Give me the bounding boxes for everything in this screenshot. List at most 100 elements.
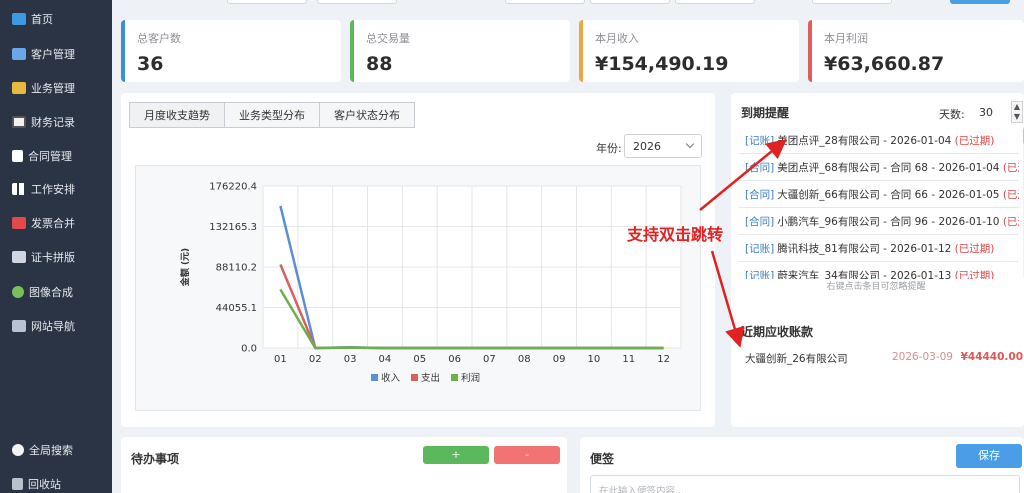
id-card-icon [12,251,26,263]
reminder-text: 蔚来汽车_34有限公司 - 2026-01-13 [777,269,952,280]
receivable-company: 大疆创新_26有限公司 [745,353,848,365]
days-stepper[interactable]: ▲ ▼ [1011,101,1023,123]
reminder-text: 腾讯科技_81有限公司 - 2026-01-12 [777,242,952,255]
toolbar-control[interactable] [505,0,585,4]
tab-monthly-trend[interactable]: 月度收支趋势 [129,102,225,128]
x-tick-label: 06 [448,354,461,365]
toolbar-control[interactable] [227,0,307,4]
recycle-bin-icon [12,478,23,490]
sidebar-item-contracts[interactable]: 合同管理 [0,143,112,169]
y-tick-label: 88110.2 [216,263,257,274]
x-tick-label: 12 [657,354,670,365]
sidebar: 首页 客户管理 业务管理 财务记录 合同管理 工作安排 发票合并 证卡拼版 图像… [0,0,112,493]
toolbar-control[interactable] [317,0,397,4]
home-icon [12,13,26,25]
sidebar-item-invoice-merge[interactable]: 发票合并 [0,210,112,236]
sidebar-item-global-search[interactable]: 全局搜索 [0,437,112,463]
list-item[interactable]: [合同]美团点评_68有限公司 - 合同 68 - 2026-01-04 (已过 [739,154,1019,181]
y-tick-label: 0.0 [241,344,257,355]
year-select[interactable]: 2026 [624,134,702,158]
legend-label: 利润 [461,372,480,384]
sidebar-item-site-nav[interactable]: 网站导航 [0,313,112,339]
sidebar-item-finance[interactable]: 财务记录 [0,109,112,135]
reminder-list: [记账] 美团点评_28有限公司 - 2026-01-04 (已过期) [合同] 美… [739,127,1019,279]
invoice-icon [12,217,26,229]
sidebar-item-label: 业务管理 [31,82,75,95]
sidebar-item-id-card[interactable]: 证卡拼版 [0,244,112,270]
y-axis-label: 金额 (元) [179,248,191,287]
x-tick-label: 02 [309,354,322,365]
sidebar-item-schedule[interactable]: 工作安排 [0,176,112,202]
table-row[interactable]: 大疆创新_26有限公司 2026-03-09 ¥44440.00 [745,351,1023,366]
reminder-hint: 右键点击条目可忽略提醒 [826,282,926,292]
days-input[interactable]: 30 [979,106,993,119]
stepper-down-icon[interactable]: ▼ [1012,112,1022,122]
reminder-tag: [记账] [745,134,775,147]
x-tick-label: 10 [588,354,601,365]
legend-swatch [451,374,458,381]
y-tick-label: 44055.1 [216,303,257,314]
reminder-text: 美团点评_68有限公司 - 合同 68 - 2026-01-04 [777,161,1000,174]
sidebar-item-label: 图像合成 [29,286,73,299]
tab-customer-status[interactable]: 客户状态分布 [319,102,415,128]
document-icon [12,150,23,162]
reminder-title: 到期提醒 [741,106,790,120]
list-item[interactable]: [合同]小鹏汽车_96有限公司 - 合同 96 - 2026-01-10 (已过 [739,208,1019,235]
stat-value: ¥63,660.87 [824,53,945,75]
toolbar-control[interactable] [812,0,892,4]
x-tick-label: 11 [622,354,635,365]
stat-label: 总客户数 [137,32,181,45]
search-icon [12,444,24,456]
reminder-tag: [合同] [745,188,775,201]
stat-value: ¥154,490.19 [595,53,729,75]
sidebar-item-label: 发票合并 [31,217,75,230]
reminder-tag: [记账] [745,242,775,255]
sidebar-item-label: 客户管理 [31,48,75,61]
save-button[interactable]: 保存 [956,444,1022,468]
sidebar-item-business[interactable]: 业务管理 [0,75,112,101]
legend-swatch [371,374,378,381]
line-chart: 176220.4 132165.3 88110.2 44055.1 0.0 01 02 03 0… [179,182,682,384]
reminder-text: 小鹏汽车_96有限公司 - 合同 96 - 2026-01-10 [777,215,1000,228]
chevron-down-icon [685,139,695,149]
sidebar-item-customers[interactable]: 客户管理 [0,41,112,67]
stat-label: 本月利润 [824,32,868,45]
reminder-status: (已过期) [954,269,995,280]
toolbar-control[interactable] [675,0,755,4]
receivables-title: 近期应收账款 [741,325,814,339]
toolbar-primary-button[interactable] [950,0,1010,4]
tab-business-type[interactable]: 业务类型分布 [224,102,320,128]
list-item[interactable]: [记账] 腾讯科技_81有限公司 - 2026-01-12 (已过期) [739,235,1019,262]
sidebar-item-home[interactable]: 首页 [0,6,112,32]
ledger-icon [12,116,26,128]
stat-card-total-transactions: 总交易量 88 [350,20,570,82]
stat-label: 本月收入 [595,32,639,45]
top-toolbar [112,0,1024,10]
remove-todo-button[interactable]: - [494,446,560,464]
image-icon [12,286,24,298]
list-item[interactable]: [合同]大疆创新_66有限公司 - 合同 66 - 2026-01-05 (已过 [739,181,1019,208]
x-tick-label: 03 [344,354,357,365]
list-item[interactable]: [记账] 蔚来汽车_34有限公司 - 2026-01-13 (已过期) [739,262,1019,280]
sidebar-item-image-compose[interactable]: 图像合成 [0,279,112,305]
stat-label: 总交易量 [366,32,410,45]
chart-tabs: 月度收支趋势 业务类型分布 客户状态分布 [129,102,415,128]
todo-title: 待办事项 [131,452,180,466]
x-tick-label: 04 [379,354,392,365]
reminder-status: (已过 [1002,161,1019,174]
sidebar-item-label: 全局搜索 [29,444,73,457]
toolbar-control[interactable] [590,0,670,4]
stat-card-total-customers: 总客户数 36 [121,20,341,82]
stepper-up-icon[interactable]: ▲ [1012,102,1022,112]
add-todo-button[interactable]: + [423,446,489,464]
list-item[interactable]: [记账] 美团点评_28有限公司 - 2026-01-04 (已过期) [739,127,1019,154]
todo-panel: 待办事项 + - [121,437,567,493]
notes-input[interactable]: 在此输入便签内容... [590,475,1020,493]
notes-panel: 便签 保存 在此输入便签内容... [580,437,1024,493]
sidebar-item-label: 工作安排 [31,183,75,196]
reminder-tag: [记账] [745,269,775,280]
sidebar-item-label: 证卡拼版 [31,251,75,264]
sidebar-item-recycle-bin[interactable]: 回收站 [0,471,112,493]
x-tick-label: 05 [413,354,426,365]
chart-panel: 月度收支趋势 业务类型分布 客户状态分布 年份: 2026 176220.4 13… [121,93,715,427]
